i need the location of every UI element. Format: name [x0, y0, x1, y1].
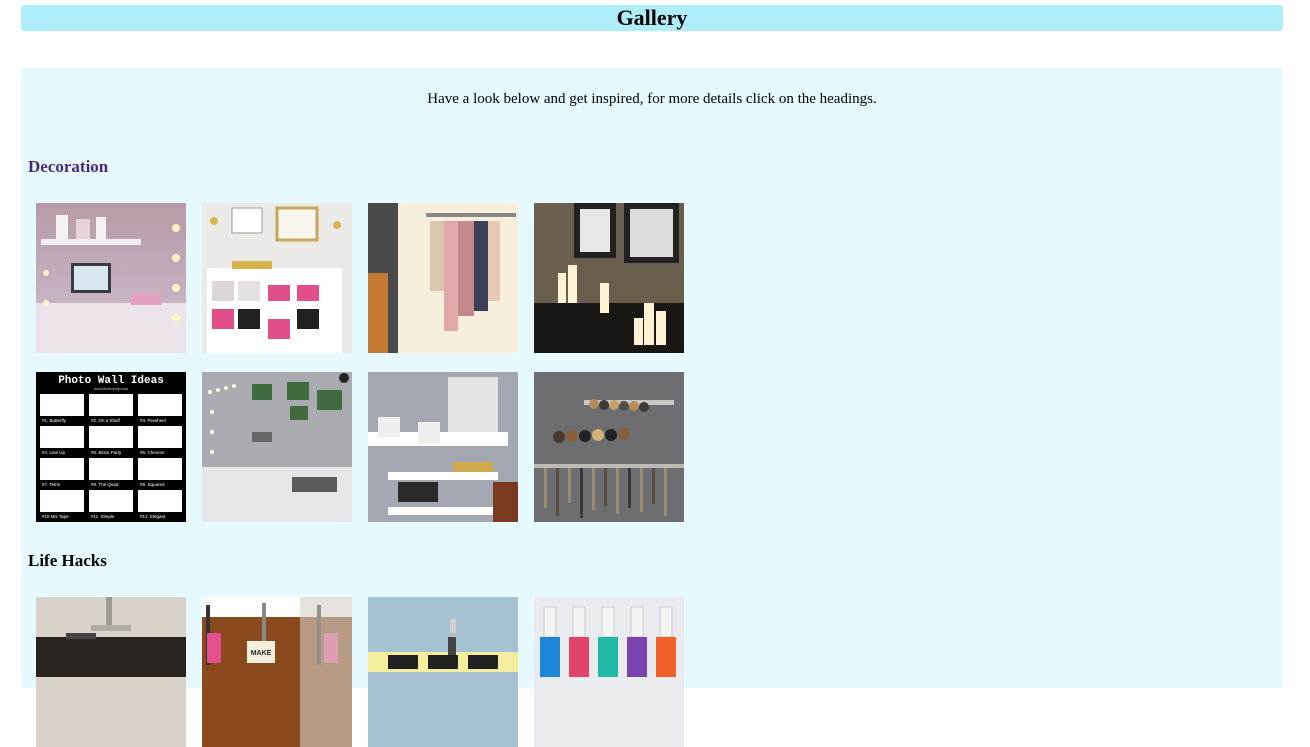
- photo-wall-layout-label: #11. Simple: [91, 514, 115, 519]
- photo-wall-subtitle: www.liveloveiy.com: [94, 386, 129, 391]
- photo-wall-layout-box: [138, 394, 182, 416]
- bedroom-lights-image: [202, 372, 352, 522]
- photo-wall-layout-box: [89, 458, 133, 480]
- photo-wall-layout-box: [138, 490, 182, 512]
- photo-wall-layout-label: #5. Block Party: [91, 450, 122, 455]
- photo-wall-layout-box: [138, 426, 182, 448]
- intro-text: Have a look below and get inspired, for …: [427, 91, 877, 107]
- photo-wall-ideas-image: Photo Wall Ideas www.liveloveiy.com #1. …: [36, 372, 186, 522]
- photo-wall-layout-box: [89, 394, 133, 416]
- photo-wall-layout-label: #2. On a Shelf: [91, 418, 121, 423]
- photo-wall-layout-box: [40, 426, 84, 448]
- photo-wall-layout-label: #6. Chevron: [140, 450, 165, 455]
- decoration-heading-link[interactable]: Decoration: [28, 157, 108, 177]
- photo-wall-layout-box: [138, 458, 182, 480]
- cable-clips-image: MAKE: [202, 597, 352, 747]
- photo-wall-layout-label: #12. Elegant: [140, 514, 166, 519]
- life-hacks-heading-link[interactable]: Life Hacks: [28, 551, 107, 571]
- photo-wall-layout-box: [40, 490, 84, 512]
- photo-wall-layout-box: [89, 490, 133, 512]
- nightstand-image: [36, 597, 186, 747]
- binder-clip-image: [368, 597, 518, 747]
- photo-wall-layout-label: #9. Squared: [140, 482, 165, 487]
- photo-wall-layout-label: #7. Tetris: [42, 482, 61, 487]
- cable-clip-label: MAKE: [251, 650, 272, 657]
- photo-wall-layout-label: #10 Mix Tape: [42, 514, 69, 519]
- gallery-panel: Have a look below and get inspired, for …: [21, 68, 1283, 747]
- photo-wall-layout-box: [40, 458, 84, 480]
- desk-workspace-image: [36, 203, 186, 353]
- photo-wall-layout-label: #4. Line Up: [42, 450, 66, 455]
- photo-wall-layout-label: #3. Pinwheel: [140, 418, 166, 423]
- page-title: Gallery: [21, 5, 1283, 31]
- storage-cart-image: [368, 372, 518, 522]
- nail-polish-image: [534, 597, 684, 747]
- clothes-rail-image: [368, 203, 518, 353]
- photo-wall-layout-label: #8. The Quad: [91, 482, 119, 487]
- jewelry-rack-image: [534, 372, 684, 522]
- cube-shelf-image: [202, 203, 352, 353]
- photo-wall-layout-label: #1. Butterfly: [42, 418, 67, 423]
- photo-wall-layout-box: [40, 394, 84, 416]
- photo-wall-layout-box: [89, 426, 133, 448]
- candles-image: [534, 203, 684, 353]
